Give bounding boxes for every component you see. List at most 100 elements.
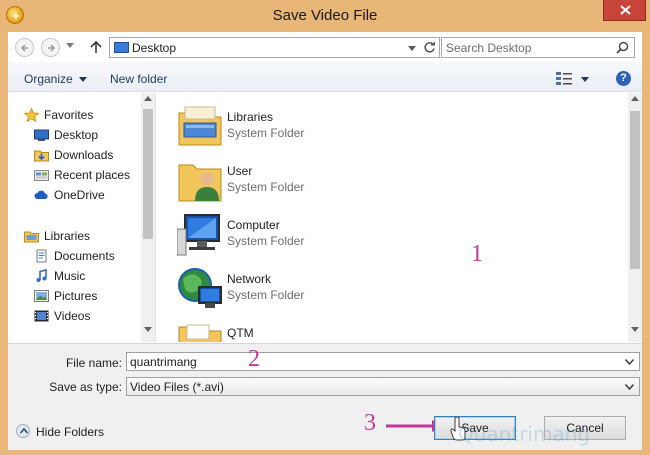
forward-button[interactable] — [41, 38, 60, 57]
file-name: Libraries — [227, 110, 274, 124]
scroll-down-icon[interactable] — [631, 327, 639, 332]
file-name-label: File name: — [65, 356, 122, 370]
file-item-libraries[interactable]: Libraries System Folder — [177, 101, 477, 153]
nav-item-pictures[interactable]: Pictures — [8, 287, 141, 305]
annotation-marker-2: 2 — [248, 346, 260, 372]
close-button[interactable] — [603, 0, 646, 21]
command-bar: Organize New folder ? — [8, 62, 642, 92]
nav-item-label: Desktop — [54, 128, 99, 142]
search-icon[interactable] — [616, 41, 629, 54]
window-title: Save Video File — [272, 7, 378, 24]
file-item-computer[interactable]: Computer System Folder — [177, 209, 477, 261]
nav-item-label: Music — [54, 269, 86, 283]
nav-item-downloads[interactable]: Downloads — [8, 146, 141, 164]
nav-item-label: OneDrive — [54, 188, 105, 202]
back-arrow-icon — [20, 44, 28, 52]
downloads-icon — [34, 150, 49, 162]
nav-item-music[interactable]: Music — [8, 267, 141, 285]
nav-item-desktop[interactable]: Desktop — [8, 126, 141, 144]
forward-arrow-icon — [48, 44, 56, 52]
file-name: User — [227, 164, 253, 178]
nav-group-label: Favorites — [44, 108, 94, 122]
chevron-down-icon[interactable] — [408, 46, 416, 51]
file-name-input[interactable]: quantrimang — [126, 352, 640, 371]
nav-group-libraries[interactable]: Libraries — [8, 227, 141, 245]
chevron-up-icon — [16, 424, 30, 438]
nav-item-recent-places[interactable]: Recent places — [8, 166, 141, 184]
file-name-value: quantrimang — [130, 355, 197, 369]
chevron-down-icon[interactable] — [625, 384, 634, 390]
nav-item-videos[interactable]: Videos — [8, 307, 141, 325]
documents-icon — [36, 249, 47, 263]
chevron-down-icon[interactable] — [625, 359, 634, 365]
desktop-location-icon — [114, 42, 129, 53]
recent-places-icon — [34, 170, 49, 181]
file-item-network[interactable]: Network System Folder — [177, 263, 477, 315]
desktop-icon — [34, 129, 49, 141]
save-type-value: Video Files (*.avi) — [130, 380, 224, 394]
star-icon — [24, 108, 39, 122]
nav-item-label: Videos — [54, 309, 91, 323]
close-icon — [620, 5, 631, 15]
pictures-icon — [34, 290, 49, 302]
organize-label: Organize — [24, 72, 73, 86]
change-view-icon[interactable] — [556, 72, 574, 85]
nav-group-favorites[interactable]: Favorites — [8, 106, 141, 124]
network-icon — [178, 268, 222, 308]
file-list-scrollbar[interactable] — [628, 93, 642, 342]
file-name: Computer — [227, 218, 280, 232]
nav-item-onedrive[interactable]: OneDrive — [8, 186, 141, 204]
file-type: System Folder — [227, 126, 305, 140]
nav-item-label: Documents — [54, 249, 115, 263]
file-item-user[interactable]: User System Folder — [177, 155, 477, 207]
user-folder-icon — [178, 164, 222, 202]
file-name: Network — [227, 272, 272, 286]
nav-item-label: Pictures — [54, 289, 98, 303]
new-folder-button[interactable]: New folder — [110, 72, 167, 86]
address-bar[interactable]: Desktop — [109, 37, 440, 58]
videos-icon — [34, 310, 49, 322]
nav-item-label: Downloads — [54, 148, 114, 162]
file-item-qtm[interactable]: QTM — [177, 317, 477, 342]
music-icon — [36, 269, 47, 282]
folder-icon — [178, 324, 222, 342]
annotation-marker-1: 1 — [471, 241, 483, 267]
navigation-bar: Desktop — [8, 32, 642, 62]
search-input[interactable] — [446, 40, 606, 55]
computer-icon — [177, 214, 220, 256]
recent-locations-chevron-icon[interactable] — [66, 43, 74, 48]
nav-item-documents[interactable]: Documents — [8, 247, 141, 265]
refresh-icon[interactable] — [423, 41, 436, 54]
file-type: System Folder — [227, 234, 305, 248]
save-type-select[interactable]: Video Files (*.avi) — [126, 377, 640, 396]
file-type: System Folder — [227, 288, 305, 302]
title-bar: Save Video File — [0, 0, 650, 32]
file-name: QTM — [227, 326, 254, 340]
back-button[interactable] — [15, 38, 34, 57]
libraries-folder-icon — [178, 106, 222, 146]
dialog-body: Desktop Organize New folder ? Favorites — [8, 32, 642, 450]
help-icon[interactable]: ? — [616, 71, 631, 86]
chevron-down-icon — [78, 77, 87, 83]
scroll-up-icon[interactable] — [144, 96, 152, 101]
nav-item-label: Recent places — [54, 168, 131, 182]
up-arrow-icon[interactable] — [90, 40, 102, 54]
scroll-down-icon[interactable] — [144, 327, 152, 332]
search-box[interactable] — [441, 37, 635, 58]
save-options-panel: File name: quantrimang 2 Save as type: V… — [8, 343, 642, 450]
view-options-chevron-icon[interactable] — [581, 77, 589, 82]
organize-button[interactable]: Organize — [24, 72, 87, 86]
file-list: Libraries System Folder User System Fold… — [157, 93, 642, 342]
navigation-pane: Favorites Desktop Downloads Recent place… — [8, 93, 156, 342]
libraries-icon — [24, 231, 39, 243]
nav-pane-scrollbar[interactable] — [141, 93, 155, 342]
scrollbar-thumb[interactable] — [630, 111, 640, 269]
nav-group-label: Libraries — [44, 229, 91, 243]
scrollbar-thumb[interactable] — [143, 109, 153, 239]
save-type-label: Save as type: — [49, 380, 122, 394]
scroll-up-icon[interactable] — [631, 96, 639, 101]
annotation-marker-3: 3 — [364, 410, 376, 436]
onedrive-icon — [34, 190, 48, 199]
hide-folders-label: Hide Folders — [36, 425, 105, 439]
watermark-text: Quantrimang — [458, 422, 591, 446]
